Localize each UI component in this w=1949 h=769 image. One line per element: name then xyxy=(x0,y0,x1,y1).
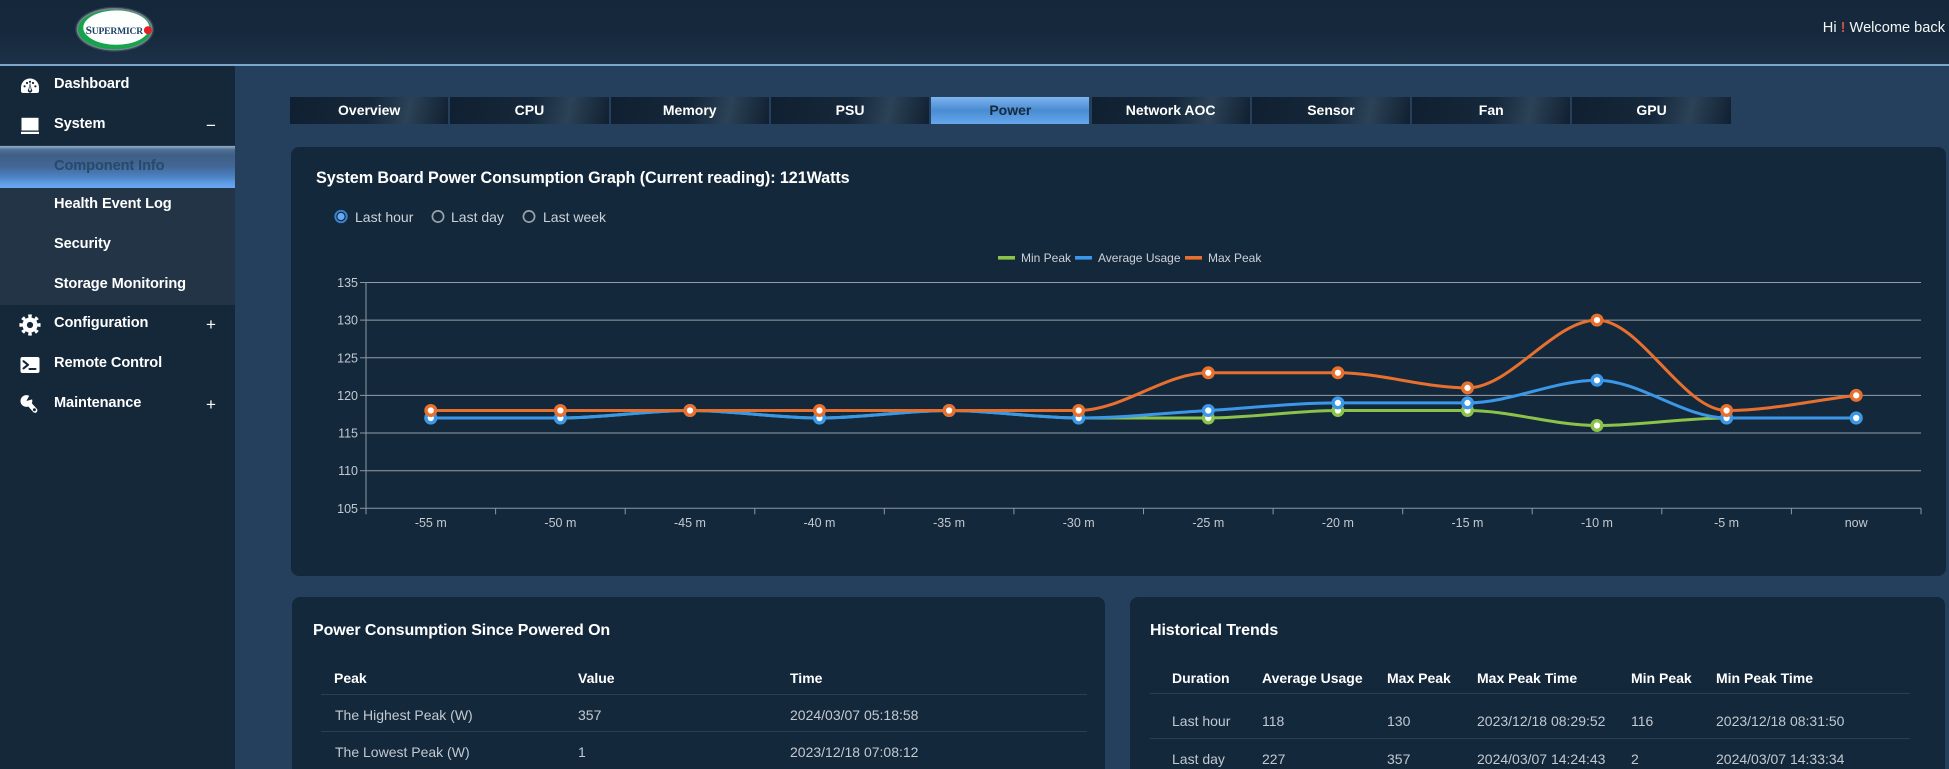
svg-text:Max Peak: Max Peak xyxy=(1208,251,1262,265)
svg-text:-35 m: -35 m xyxy=(933,516,965,530)
svg-text:110: 110 xyxy=(338,464,358,478)
svg-text:-45 m: -45 m xyxy=(674,516,706,530)
svg-text:-20 m: -20 m xyxy=(1322,516,1354,530)
svg-text:125: 125 xyxy=(337,351,358,365)
svg-text:now: now xyxy=(1845,516,1869,530)
svg-text:-55 m: -55 m xyxy=(415,516,447,530)
svg-text:-10 m: -10 m xyxy=(1581,516,1613,530)
svg-text:115: 115 xyxy=(338,427,358,441)
svg-text:-50 m: -50 m xyxy=(544,516,576,530)
svg-text:-5 m: -5 m xyxy=(1714,516,1739,530)
svg-text:Min Peak: Min Peak xyxy=(1021,251,1072,265)
svg-text:105: 105 xyxy=(337,502,358,516)
svg-text:-40 m: -40 m xyxy=(804,516,836,530)
svg-text:135: 135 xyxy=(337,276,358,290)
svg-text:-30 m: -30 m xyxy=(1063,516,1095,530)
svg-text:Average Usage: Average Usage xyxy=(1098,251,1181,265)
svg-text:-15 m: -15 m xyxy=(1452,516,1484,530)
svg-text:-25 m: -25 m xyxy=(1192,516,1224,530)
svg-text:120: 120 xyxy=(337,389,358,403)
svg-text:130: 130 xyxy=(337,314,358,328)
